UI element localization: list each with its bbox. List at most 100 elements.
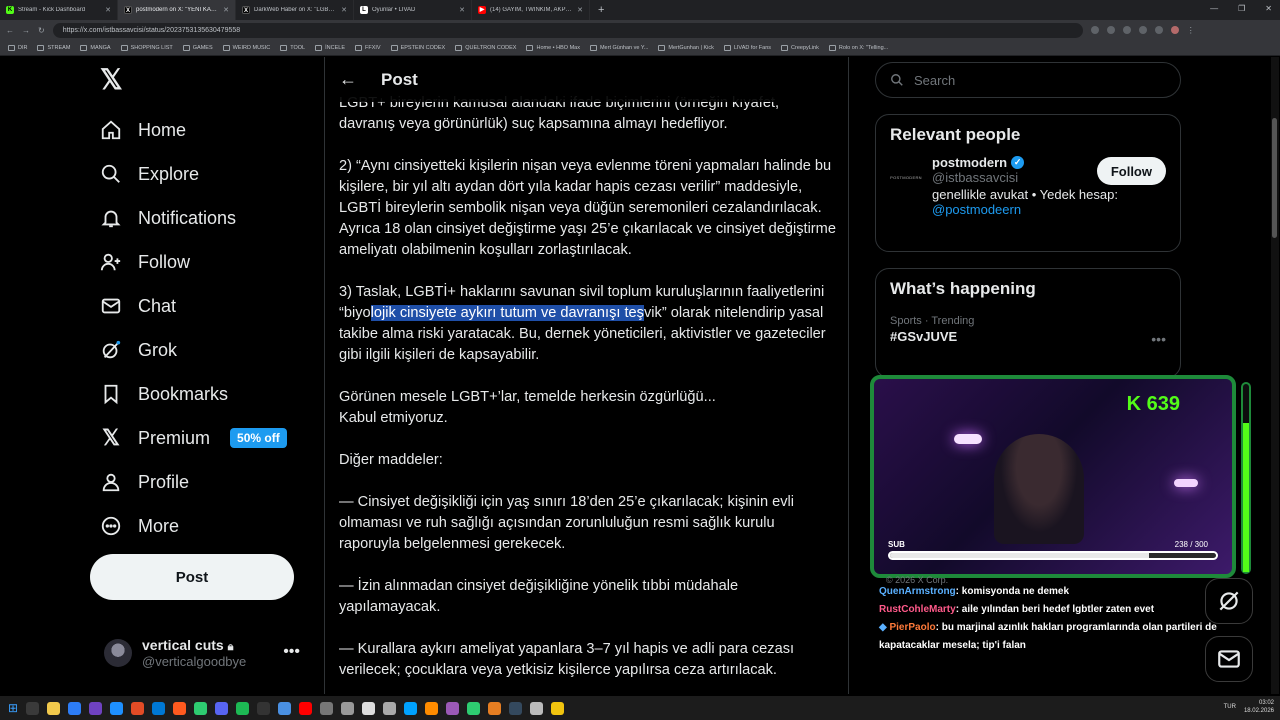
search-input[interactable]: Search	[875, 62, 1181, 98]
tab-kick-dashboard[interactable]: K Stream - Kick Dashboard ✕	[0, 0, 118, 20]
nav-premium[interactable]: 𝕏 Premium 50% off	[100, 418, 287, 458]
close-tab-icon[interactable]: ✕	[341, 6, 347, 14]
taskbar-app-icon[interactable]	[257, 701, 271, 715]
post-button[interactable]: Post	[90, 554, 294, 600]
close-tab-icon[interactable]: ✕	[577, 6, 583, 14]
taskbar-app-icon[interactable]	[320, 701, 334, 715]
taskbar-app-icon[interactable]	[26, 701, 40, 715]
chat-text: : aile yılından beri hedef lgbtler zaten…	[955, 604, 1155, 615]
bookmark-item[interactable]: QUELTRON CODEX	[455, 44, 516, 51]
nav-follow[interactable]: Follow	[100, 242, 190, 282]
side-goal-fill	[1243, 422, 1249, 572]
nav-profile[interactable]: Profile	[100, 462, 189, 502]
nav-chat[interactable]: Chat	[100, 286, 176, 326]
nav-explore[interactable]: Explore	[100, 154, 199, 194]
tab-postmodern[interactable]: Xpostmodern on X: "YENİ KANUN T✕	[118, 0, 236, 20]
url-field[interactable]: https://x.com/istbassavcisi/status/20237…	[52, 22, 1083, 38]
new-tab-button[interactable]: +	[590, 4, 612, 16]
post-paragraph: — İzin alınmadan cinsiyet değişikliğine …	[339, 578, 739, 615]
taskbar-app-icon[interactable]	[194, 701, 208, 715]
tab-darkweb-haber[interactable]: X DarkWeb Haber on X: "LGBT'yi de ✕	[236, 0, 354, 20]
bookmark-item[interactable]: Mert Günhan ve Y...	[589, 44, 648, 51]
taskbar-app-icon[interactable]	[110, 701, 124, 715]
taskbar-app-icon[interactable]	[404, 701, 418, 715]
taskbar-app-icon[interactable]	[530, 701, 544, 715]
bio-link[interactable]: @postmodeern	[932, 202, 1118, 217]
extension-icon[interactable]	[1138, 26, 1147, 34]
forward-icon[interactable]: →	[22, 26, 30, 35]
extension-icon[interactable]	[1090, 26, 1099, 34]
bookmark-item[interactable]: Home • HBO Max	[526, 44, 580, 51]
nav-more[interactable]: More	[100, 506, 179, 546]
nav-bookmarks[interactable]: Bookmarks	[100, 374, 228, 414]
nav-notifications[interactable]: Notifications	[100, 198, 236, 238]
taskbar-app-icon[interactable]	[446, 701, 460, 715]
taskbar-app-icon[interactable]	[362, 701, 376, 715]
trend-tag[interactable]: #GSvJUVE	[876, 327, 1180, 346]
taskbar-app-icon[interactable]	[425, 701, 439, 715]
taskbar-app-icon[interactable]	[131, 701, 145, 715]
taskbar-app-icon[interactable]	[47, 701, 61, 715]
taskbar-app-icon[interactable]	[299, 701, 313, 715]
bookmark-item[interactable]: SHOPPING LIST	[120, 44, 173, 51]
account-switcher[interactable]: vertical cuts 🔒︎ @verticalgoodbye •••	[104, 633, 314, 673]
bookmark-item[interactable]: TOOL	[280, 44, 305, 51]
follow-button[interactable]: Follow	[1096, 157, 1166, 185]
x-logo-icon[interactable]: 𝕏	[100, 66, 126, 94]
bookmark-item[interactable]: Rolo on X: "Telling...	[828, 44, 888, 51]
post-paragraph: — Cinsiyet değişikliği için yaş sınırı 1…	[339, 494, 795, 552]
tab-livad[interactable]: L Oyunlar • LIVAD ✕	[354, 0, 472, 20]
bookmark-item[interactable]: CreepyLink	[781, 44, 819, 51]
grok-fab-button[interactable]	[1205, 578, 1253, 624]
scrollbar-thumb[interactable]	[1272, 118, 1277, 238]
extension-icon[interactable]	[1106, 26, 1115, 34]
taskbar-app-icon[interactable]	[341, 701, 355, 715]
back-icon[interactable]: ←	[6, 26, 14, 35]
menu-dots-icon[interactable]: ⋮	[1187, 26, 1195, 35]
back-arrow-icon[interactable]: ←	[339, 69, 357, 90]
taskbar-app-icon[interactable]	[236, 701, 250, 715]
extension-icon[interactable]	[1154, 26, 1163, 34]
maximize-icon[interactable]: ❐	[1238, 4, 1245, 13]
taskbar-app-icon[interactable]	[152, 701, 166, 715]
clock[interactable]: 03:02 18.02.2026	[1244, 699, 1274, 715]
relevant-person[interactable]: POSTMODERN postmodern ✓ @istbassavcisi ge…	[876, 155, 1180, 217]
close-tab-icon[interactable]: ✕	[105, 6, 111, 14]
taskbar-app-icon[interactable]	[467, 701, 481, 715]
reload-icon[interactable]: ↻	[38, 26, 45, 35]
tab-youtube[interactable]: ▶ (14) GAYIM, TWINKIM, AKPLİYİM ✕	[472, 0, 590, 20]
bookmark-item[interactable]: WEIRD MUSIC	[222, 44, 270, 51]
taskbar-app-icon[interactable]	[173, 701, 187, 715]
close-tab-icon[interactable]: ✕	[459, 6, 465, 14]
taskbar-app-icon[interactable]	[89, 701, 103, 715]
nav-home[interactable]: Home	[100, 110, 186, 150]
taskbar-app-icon[interactable]	[278, 701, 292, 715]
extension-icon[interactable]	[1122, 26, 1131, 34]
bookmark-item[interactable]: LIVAD for Fans	[723, 44, 771, 51]
windows-start-icon[interactable]: ⊞	[8, 701, 18, 715]
close-window-icon[interactable]: ✕	[1265, 4, 1272, 13]
taskbar-app-icon[interactable]	[509, 701, 523, 715]
minimize-icon[interactable]: —	[1210, 4, 1218, 13]
bookmark-item[interactable]: FFXIV	[355, 44, 381, 51]
language-indicator[interactable]: TUR	[1224, 704, 1236, 710]
profile-avatar-icon[interactable]	[1170, 26, 1179, 34]
close-tab-icon[interactable]: ✕	[223, 6, 229, 14]
bookmark-item[interactable]: İNCELE	[315, 44, 345, 51]
taskbar-app-icon[interactable]	[68, 701, 82, 715]
nav-grok[interactable]: Grok	[100, 330, 177, 370]
bookmark-item[interactable]: STREAM	[37, 44, 70, 51]
messages-fab-button[interactable]	[1205, 636, 1253, 682]
bookmark-item[interactable]: DIR	[8, 44, 27, 51]
taskbar-app-icon[interactable]	[383, 701, 397, 715]
more-dots-icon[interactable]: •••	[283, 643, 300, 661]
bookmark-item[interactable]: EPSTEIN CODEX	[390, 44, 445, 51]
bookmark-item[interactable]: MANGA	[80, 44, 111, 51]
windows-taskbar: ⊞	[0, 696, 1280, 720]
bookmark-item[interactable]: GAMES	[182, 44, 213, 51]
taskbar-app-icon[interactable]	[215, 701, 229, 715]
more-dots-icon[interactable]: •••	[1151, 331, 1166, 347]
taskbar-app-icon[interactable]	[551, 701, 565, 715]
taskbar-app-icon[interactable]	[488, 701, 502, 715]
bookmark-item[interactable]: MertGunhan | Kick	[658, 44, 714, 51]
